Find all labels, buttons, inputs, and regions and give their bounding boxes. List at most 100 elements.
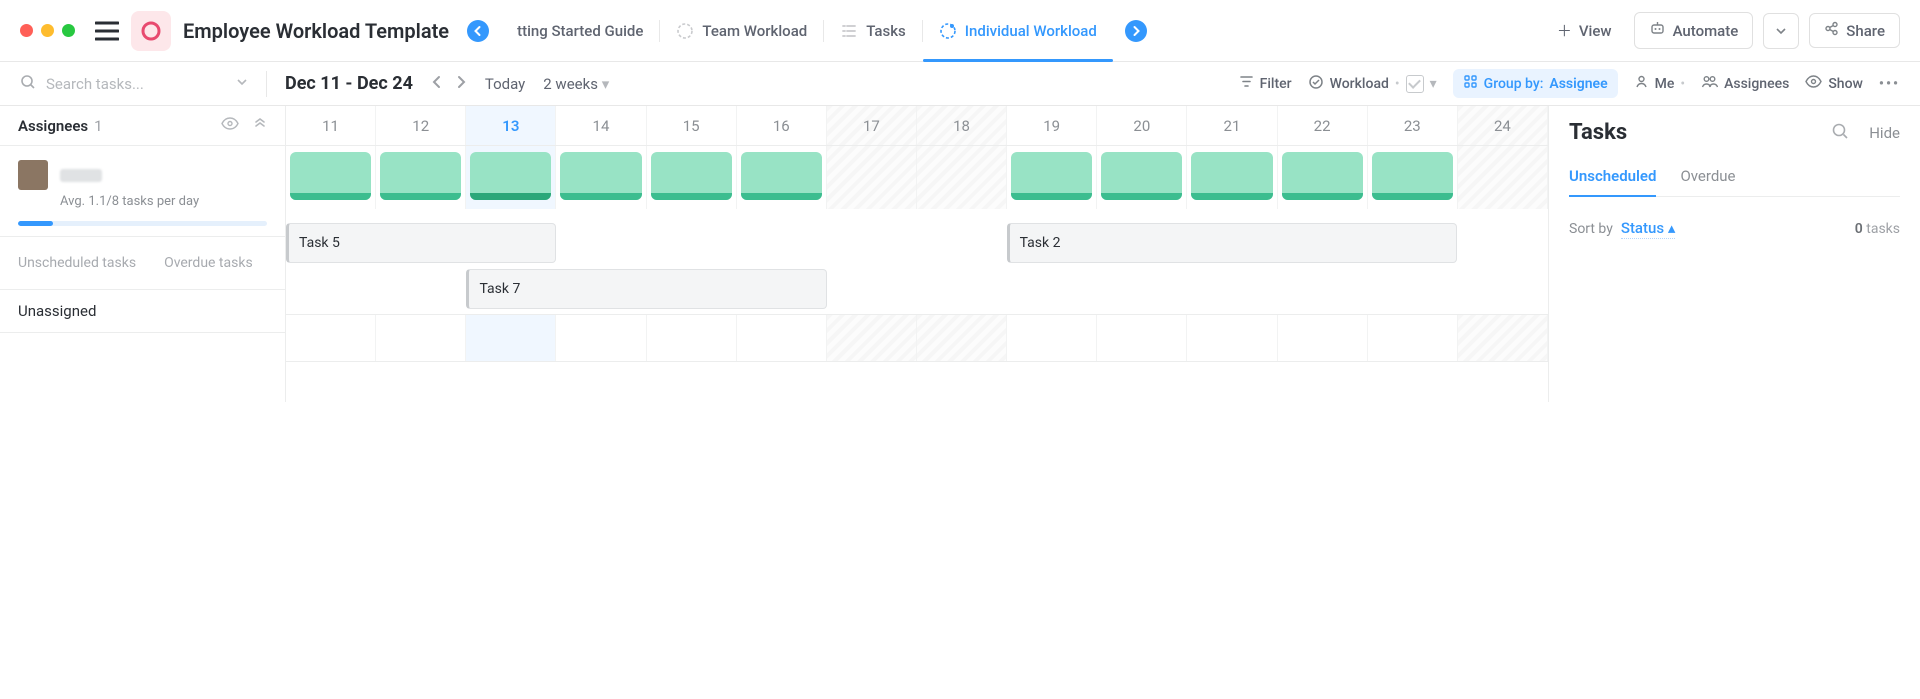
date-cell[interactable]: 21 — [1187, 106, 1277, 145]
group-by-button[interactable]: Group by: Assignee — [1453, 69, 1618, 98]
date-cell[interactable]: 13 — [466, 106, 556, 145]
date-cell[interactable]: 22 — [1278, 106, 1368, 145]
prev-range-button[interactable] — [431, 75, 442, 93]
tab-label: tting Started Guide — [517, 22, 643, 40]
date-range[interactable]: Dec 11 - Dec 24 — [285, 73, 413, 94]
workload-cell — [556, 146, 646, 209]
tab-individual-workload[interactable]: Individual Workload — [923, 11, 1113, 51]
search-dropdown-icon[interactable] — [236, 76, 248, 92]
workload-block — [560, 152, 641, 200]
hide-button[interactable]: Hide — [1869, 124, 1900, 142]
automate-button[interactable]: Automate — [1634, 12, 1754, 49]
workload-button[interactable]: Workload • ▾ — [1308, 74, 1437, 94]
date-cell[interactable]: 15 — [647, 106, 737, 145]
close-window-icon[interactable] — [20, 24, 33, 37]
header-actions — [221, 117, 267, 135]
task-label: Task 2 — [1020, 235, 1061, 251]
today-button[interactable]: Today — [485, 75, 525, 93]
search-input[interactable] — [46, 75, 226, 93]
filter-icon — [1239, 74, 1254, 93]
chevron-down-icon: ▾ — [602, 75, 610, 93]
check-circle-icon — [1308, 74, 1324, 94]
workload-checkbox[interactable] — [1406, 75, 1424, 93]
overdue-tasks-link[interactable]: Overdue tasks — [164, 255, 253, 271]
unassigned-cell — [917, 315, 1007, 361]
toolbar-right: Filter Workload • ▾ Group by: Assignee M… — [1239, 69, 1900, 98]
tab-overdue[interactable]: Overdue — [1680, 167, 1735, 196]
date-cell[interactable]: 24 — [1458, 106, 1548, 145]
tab-team-workload[interactable]: Team Workload — [660, 11, 823, 51]
date-cell[interactable]: 14 — [556, 106, 646, 145]
tab-getting-started[interactable]: tting Started Guide — [501, 11, 659, 51]
tab-tasks[interactable]: Tasks — [824, 11, 922, 51]
workload-block — [1191, 152, 1272, 200]
task-bar-task7[interactable]: Task 7 — [466, 269, 827, 309]
task-bar-task5[interactable]: Task 5 — [286, 223, 556, 263]
workload-block — [1372, 152, 1453, 200]
sort-label: Sort by — [1569, 221, 1613, 237]
sort-selector[interactable]: Status ▴ — [1621, 219, 1676, 239]
unassigned-cell — [1278, 315, 1368, 361]
unassigned-cell — [286, 315, 376, 361]
menu-icon[interactable] — [95, 21, 119, 41]
filter-label: Filter — [1260, 76, 1292, 92]
date-cell[interactable]: 23 — [1368, 106, 1458, 145]
workload-label: Workload — [1330, 76, 1389, 92]
share-button[interactable]: Share — [1809, 13, 1900, 48]
workload-block — [290, 152, 371, 200]
show-button[interactable]: Show — [1805, 75, 1863, 92]
date-cell[interactable]: 16 — [737, 106, 827, 145]
collapse-icon[interactable] — [253, 117, 267, 135]
unassigned-cell — [1458, 315, 1548, 361]
workload-cell — [917, 146, 1007, 209]
span-selector[interactable]: 2 weeks ▾ — [543, 75, 609, 93]
unassigned-cell — [556, 315, 646, 361]
search-wrap — [20, 74, 248, 94]
span-label: 2 weeks — [543, 75, 598, 93]
unassigned-timeline-row — [286, 314, 1548, 362]
date-cell[interactable]: 19 — [1007, 106, 1097, 145]
minimize-window-icon[interactable] — [41, 24, 54, 37]
workload-cell — [827, 146, 917, 209]
automate-label: Automate — [1673, 22, 1739, 40]
eye-icon — [1805, 75, 1822, 92]
page-title: Employee Workload Template — [183, 19, 449, 43]
date-cell[interactable]: 12 — [376, 106, 466, 145]
next-range-button[interactable] — [456, 75, 467, 93]
search-icon[interactable] — [1831, 122, 1849, 144]
users-icon — [1701, 74, 1718, 93]
assignees-panel: Assignees 1 Avg. 1.1/8 tasks per day Uns… — [0, 106, 286, 402]
eye-icon[interactable] — [221, 117, 239, 135]
tasks-panel-tabs: Unscheduled Overdue — [1569, 167, 1900, 197]
date-cell[interactable]: 17 — [827, 106, 917, 145]
scroll-tabs-left-button[interactable] — [467, 20, 489, 42]
date-cell[interactable]: 11 — [286, 106, 376, 145]
unscheduled-tasks-link[interactable]: Unscheduled tasks — [18, 255, 136, 271]
unassigned-cell — [1007, 315, 1097, 361]
show-label: Show — [1828, 76, 1863, 92]
filter-button[interactable]: Filter — [1239, 74, 1292, 93]
maximize-window-icon[interactable] — [62, 24, 75, 37]
window-controls — [20, 24, 75, 37]
workload-icon — [676, 22, 694, 40]
individual-workload-icon — [939, 22, 957, 40]
task-bar-task2[interactable]: Task 2 — [1007, 223, 1458, 263]
automate-dropdown[interactable] — [1763, 13, 1799, 49]
workload-cell — [376, 146, 466, 209]
assignees-button[interactable]: Assignees — [1701, 74, 1789, 93]
tasks-panel-title: Tasks — [1569, 120, 1627, 145]
plus-icon: ＋ — [1557, 20, 1572, 41]
more-icon[interactable]: ••• — [1879, 76, 1900, 92]
date-cell[interactable]: 18 — [917, 106, 1007, 145]
main-content: Assignees 1 Avg. 1.1/8 tasks per day Uns… — [0, 106, 1920, 402]
unassigned-row[interactable]: Unassigned — [0, 290, 285, 333]
me-button[interactable]: Me • — [1634, 74, 1685, 93]
assignee-item[interactable]: Avg. 1.1/8 tasks per day — [0, 146, 285, 237]
tab-unscheduled[interactable]: Unscheduled — [1569, 167, 1656, 197]
sort-row: Sort by Status ▴ 0 tasks — [1569, 219, 1900, 239]
scroll-tabs-right-button[interactable] — [1125, 20, 1147, 42]
date-cell[interactable]: 20 — [1097, 106, 1187, 145]
window-topbar: Employee Workload Template tting Started… — [0, 0, 1920, 62]
view-button[interactable]: ＋ View — [1545, 13, 1624, 48]
unassigned-cell — [827, 315, 917, 361]
